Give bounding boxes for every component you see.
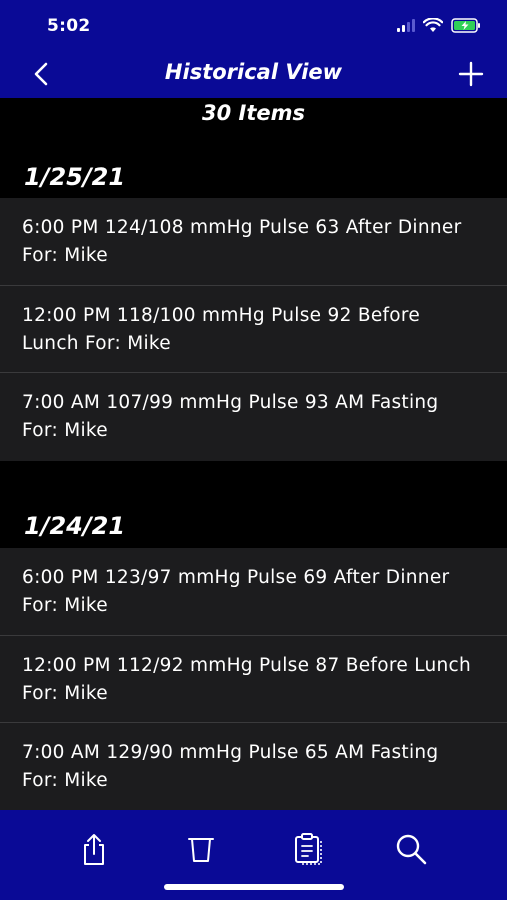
page-title: Historical View [164,60,343,84]
cellular-signal-icon [397,19,415,32]
search-button[interactable] [394,830,428,868]
clipboard-icon [295,833,322,865]
add-button[interactable] [457,60,485,88]
battery-charging-icon [451,18,480,33]
top-bar: 5:02 Historical View [0,0,507,98]
reading-list: 6:00 PM 124/108 mmHg Pulse 63 After Dinn… [0,198,507,461]
plus-icon [458,61,484,87]
list-item[interactable]: 7:00 AM 107/99 mmHg Pulse 93 AM Fasting … [0,373,507,461]
delete-button[interactable] [184,830,218,868]
list-item[interactable]: 7:00 AM 129/90 mmHg Pulse 65 AM Fasting … [0,723,507,811]
reading-list: 6:00 PM 123/97 mmHg Pulse 69 After Dinne… [0,548,507,810]
list-item[interactable]: 12:00 PM 118/100 mmHg Pulse 92 Before Lu… [0,286,507,373]
home-indicator[interactable] [164,884,344,890]
section-date-header: 1/24/21 [24,512,126,540]
list-item[interactable]: 6:00 PM 123/97 mmHg Pulse 69 After Dinne… [0,548,507,636]
wifi-icon [423,18,443,32]
list-item[interactable]: 6:00 PM 124/108 mmHg Pulse 63 After Dinn… [0,198,507,286]
items-count: 30 Items [201,101,305,125]
list-item[interactable]: 12:00 PM 112/92 mmHg Pulse 87 Before Lun… [0,636,507,723]
status-icons [397,18,481,33]
section-date-header: 1/25/21 [24,163,126,191]
share-icon [84,834,104,865]
trash-icon [188,838,214,862]
clipboard-button[interactable] [292,830,326,868]
status-time: 5:02 [47,16,91,36]
search-icon [396,834,427,865]
share-button[interactable] [77,830,111,868]
